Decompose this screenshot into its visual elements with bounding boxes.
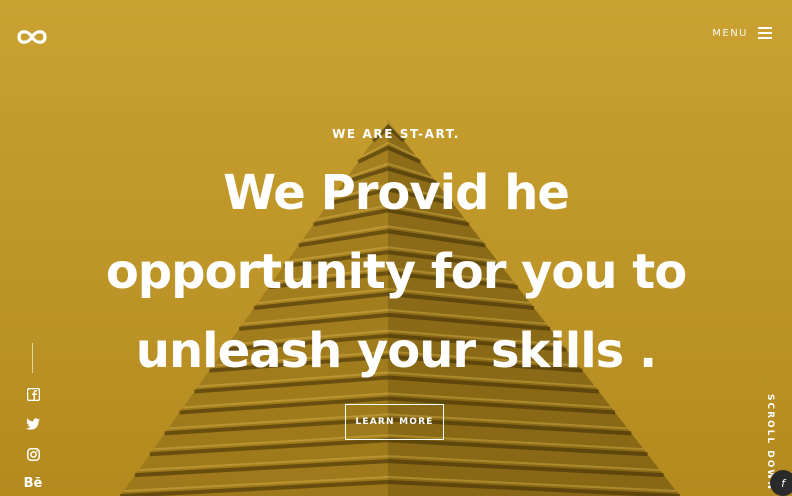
hero-kicker: WE ARE ST-ART. [332,127,460,141]
headline-line: unleash your skills . [135,323,657,379]
social-divider [32,343,33,373]
chat-icon[interactable]: f [770,470,792,496]
headline-line: opportunity for you to [105,244,687,300]
instagram-icon[interactable] [25,446,41,462]
learn-more-button[interactable]: LEARN MORE [345,404,444,440]
infinity-logo-icon[interactable] [16,26,48,48]
behance-icon[interactable]: Bē [23,476,43,492]
hamburger-icon[interactable] [758,26,772,40]
hero-section: MENU WE ARE ST-ART. We Provid he opportu… [0,0,792,496]
twitter-icon[interactable] [25,416,41,432]
menu-button[interactable]: MENU [712,26,772,40]
headline-line: We Provid he [223,165,570,221]
behance-label: Bē [23,476,43,491]
menu-label: MENU [712,27,748,39]
facebook-icon[interactable] [25,386,41,402]
hero-headline: We Provid he opportunity for you to unle… [96,154,696,391]
